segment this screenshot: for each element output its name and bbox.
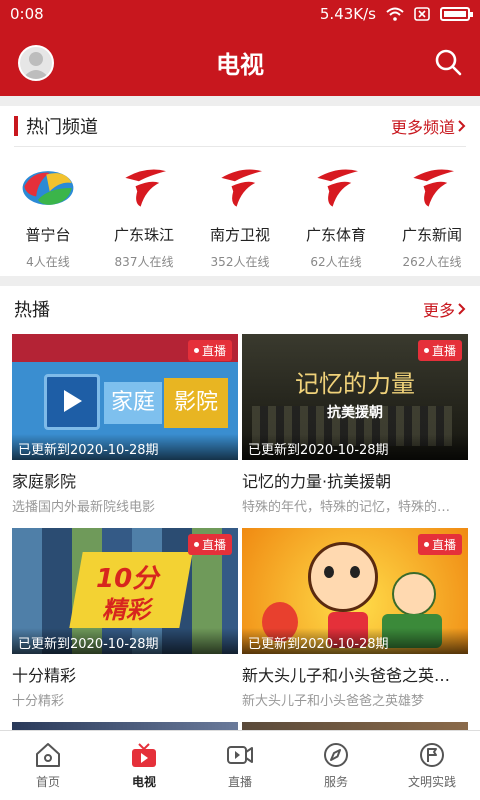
search-icon[interactable] [434, 48, 462, 76]
channel-online: 4人在线 [26, 255, 70, 269]
network-speed: 5.43K/s [319, 5, 376, 23]
wifi-icon [386, 7, 404, 21]
program-thumbnail [12, 722, 238, 730]
thumb-text: 抗美援朝 [327, 405, 383, 421]
divider [14, 146, 466, 147]
flag-circle-icon [420, 743, 444, 767]
thumb-text: 精彩 [102, 596, 150, 624]
more-hot-play-link[interactable]: 更多 [423, 297, 466, 321]
gdtv-logo-icon [317, 169, 358, 207]
channel-online: 352人在线 [210, 255, 270, 269]
status-bar: 0:08 5.43K/s [0, 0, 480, 28]
channel-item[interactable]: 普宁台 4人在线 [0, 160, 96, 270]
channel-item[interactable]: 广东新闻 262人在线 [384, 160, 480, 270]
compass-icon [324, 743, 348, 767]
tab-civilization-practice[interactable]: 文明实践 [384, 731, 480, 800]
gdtv-logo-icon [413, 169, 454, 207]
puning-tv-logo-icon [22, 171, 74, 205]
divider [0, 96, 480, 106]
divider [0, 276, 480, 286]
program-card[interactable]: 家庭 影院 直播 已更新到2020-10-28期 家庭影院 选播国内外最新院线电… [12, 334, 238, 515]
update-label: 已更新到2020-10-28期 [242, 628, 468, 654]
update-label: 已更新到2020-10-28期 [12, 628, 238, 654]
home-icon [36, 743, 60, 767]
channel-item[interactable]: 广东珠江 837人在线 [96, 160, 192, 270]
thumb-text: 记忆的力量 [295, 370, 415, 398]
channel-list: 普宁台 4人在线 广东珠江 837人在线 南方卫视 352人在线 广东体育 62… [0, 160, 480, 270]
program-title: 家庭影院 [12, 472, 77, 491]
page-title: 电视 [216, 50, 264, 79]
channel-name: 广东珠江 [113, 226, 174, 244]
program-card[interactable]: 直播 已更新到2020-10-28期 新大头儿子和小头爸爸之英… 新大头儿子和小… [242, 528, 468, 709]
hot-play-title: 热播 [14, 300, 50, 321]
app-header: 电视 [0, 28, 480, 96]
program-thumbnail: 直播 已更新到2020-10-28期 [242, 528, 468, 654]
channel-name: 广东新闻 [401, 226, 462, 244]
channel-name: 普宁台 [25, 226, 71, 244]
user-avatar-icon [22, 52, 50, 79]
channel-online: 62人在线 [310, 255, 362, 269]
more-channels-label: 更多频道 [390, 118, 455, 137]
channel-item[interactable]: 南方卫视 352人在线 [192, 160, 288, 270]
live-badge: 直播 [417, 534, 462, 555]
tab-service[interactable]: 服务 [288, 731, 384, 800]
update-label: 已更新到2020-10-28期 [242, 434, 468, 460]
tab-home[interactable]: 首页 [0, 731, 96, 800]
channel-name: 广东体育 [305, 226, 366, 244]
gdtv-logo-icon [125, 169, 166, 207]
update-label: 已更新到2020-10-28期 [12, 434, 238, 460]
hot-channels-title: 热门频道 [26, 117, 98, 138]
tv-icon [132, 743, 156, 767]
section-marker [14, 116, 18, 136]
tab-live[interactable]: 直播 [192, 731, 288, 800]
tab-label: 直播 [227, 775, 252, 789]
tab-label: 服务 [323, 775, 348, 789]
tab-label: 文明实践 [407, 775, 456, 789]
tab-tv[interactable]: 电视 [96, 731, 192, 800]
program-subtitle: 新大头儿子和小头爸爸之英雄梦 [242, 694, 425, 709]
live-badge: 直播 [187, 534, 232, 555]
gdtv-logo-icon [221, 169, 262, 207]
program-subtitle: 十分精彩 [12, 694, 65, 709]
chevron-right-icon [458, 120, 466, 132]
program-thumbnail [242, 722, 468, 730]
live-badge: 直播 [417, 340, 462, 361]
channel-online: 262人在线 [402, 255, 462, 269]
program-subtitle: 选播国内外最新院线电影 [12, 500, 156, 515]
tab-label: 首页 [35, 775, 60, 789]
thumb-text: 影院 [164, 378, 228, 428]
more-channels-link[interactable]: 更多频道 [391, 114, 466, 138]
status-time: 0:08 [10, 5, 44, 23]
channel-name: 南方卫视 [209, 226, 270, 244]
program-title: 记忆的力量·抗美援朝 [242, 472, 392, 491]
avatar[interactable] [18, 45, 54, 81]
play-icon [64, 390, 82, 412]
bottom-tab-bar: 首页 电视 直播 服务 文明实践 [0, 730, 480, 800]
thumb-text: 家庭 [104, 382, 162, 424]
more-label: 更多 [422, 301, 455, 320]
program-title: 新大头儿子和小头爸爸之英… [242, 666, 451, 685]
tab-label: 电视 [131, 775, 156, 789]
hot-channels-header: 热门频道 更多频道 [0, 106, 480, 146]
live-badge: 直播 [187, 340, 232, 361]
channel-item[interactable]: 广东体育 62人在线 [288, 160, 384, 270]
chevron-right-icon [458, 303, 466, 315]
program-subtitle: 特殊的年代，特殊的记忆，特殊的… [242, 500, 451, 515]
program-card[interactable]: 10分 精彩 直播 已更新到2020-10-28期 十分精彩 十分精彩 [12, 528, 238, 709]
program-thumbnail: 记忆的力量 抗美援朝 直播 已更新到2020-10-28期 [242, 334, 468, 460]
sim-icon [414, 7, 430, 21]
program-thumbnail: 10分 精彩 直播 已更新到2020-10-28期 [12, 528, 238, 654]
program-card[interactable]: 记忆的力量 抗美援朝 直播 已更新到2020-10-28期 记忆的力量·抗美援朝… [242, 334, 468, 515]
channel-online: 837人在线 [114, 255, 174, 269]
battery-icon [440, 7, 473, 21]
hot-play-header: 热播 更多 [0, 288, 480, 330]
program-thumbnail: 家庭 影院 直播 已更新到2020-10-28期 [12, 334, 238, 460]
program-title: 十分精彩 [12, 666, 77, 685]
video-camera-icon [227, 746, 253, 764]
